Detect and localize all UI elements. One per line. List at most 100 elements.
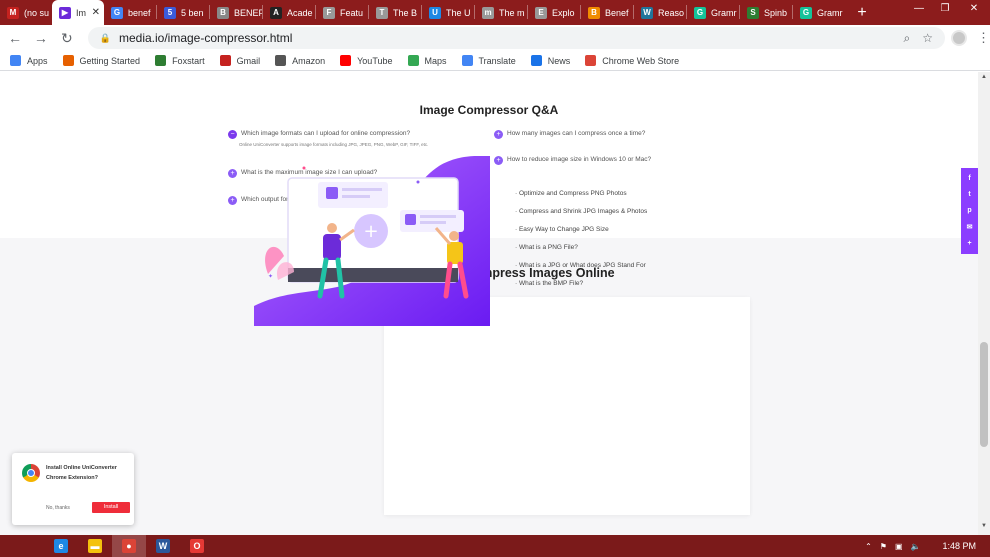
bookmark-item[interactable]: YouTube: [340, 55, 393, 66]
network-icon[interactable]: ▣: [895, 542, 903, 551]
tab-title[interactable]: Gramr: [711, 8, 737, 18]
plus-icon[interactable]: +: [228, 196, 237, 205]
share-plus-icon[interactable]: +: [967, 240, 971, 247]
opera-icon[interactable]: O: [190, 539, 204, 553]
bookmark-item[interactable]: Chrome Web Store: [585, 55, 679, 66]
bookmark-label[interactable]: Translate: [479, 56, 516, 66]
tab-title[interactable]: Im: [76, 8, 86, 18]
bookmark-label[interactable]: Gmail: [237, 56, 261, 66]
plus-icon[interactable]: +: [494, 130, 503, 139]
restore-icon[interactable]: ❐: [932, 0, 958, 16]
tab-title[interactable]: benef: [128, 8, 151, 18]
tab-title[interactable]: BENEF: [234, 8, 262, 18]
tip-link[interactable]: · What is the BMP File?: [515, 279, 647, 297]
qa-question[interactable]: + How to reduce image size in Windows 10…: [494, 156, 651, 165]
tab-title[interactable]: Acade: [287, 8, 313, 18]
bookmark-label[interactable]: Foxstart: [172, 56, 205, 66]
page-scrollbar[interactable]: ▲ ▼: [978, 72, 990, 535]
tab-title[interactable]: Explo: [552, 8, 575, 18]
tip-link[interactable]: · Optimize and Compress PNG Photos: [515, 189, 647, 207]
tray-arrow-icon[interactable]: ⌃: [865, 542, 872, 551]
scroll-down-icon[interactable]: ▼: [980, 523, 988, 533]
twitter-icon[interactable]: t: [968, 191, 970, 198]
qa-question[interactable]: + How many images can I compress once a …: [494, 130, 645, 139]
search-icon[interactable]: ⌕: [904, 31, 911, 46]
bookmark-item[interactable]: Foxstart: [155, 55, 205, 66]
new-tab-button[interactable]: +: [849, 0, 875, 25]
profile-avatar[interactable]: [951, 30, 967, 46]
browser-tab[interactable]: A Acade: [263, 0, 315, 25]
reload-icon[interactable]: ↻: [56, 27, 78, 49]
minus-icon[interactable]: −: [228, 130, 237, 139]
bookmark-label[interactable]: Apps: [27, 56, 48, 66]
word-icon[interactable]: W: [156, 539, 170, 553]
bookmark-item[interactable]: Getting Started: [62, 55, 141, 66]
tab-title[interactable]: Featu: [340, 8, 363, 18]
browser-tab[interactable]: 5 5 ben: [157, 0, 209, 25]
tab-title[interactable]: Spinb: [764, 8, 787, 18]
taskbar-app[interactable]: O: [180, 535, 214, 557]
browser-tab[interactable]: B Benef: [581, 0, 633, 25]
bookmark-label[interactable]: Getting Started: [80, 56, 141, 66]
browser-tab[interactable]: M (no su: [0, 0, 52, 25]
bookmark-item[interactable]: Gmail: [219, 55, 261, 66]
taskbar-app[interactable]: ●: [112, 535, 146, 557]
bookmark-label[interactable]: YouTube: [357, 56, 392, 66]
bookmark-item[interactable]: Maps: [407, 55, 447, 66]
clock[interactable]: 1:48 PM: [942, 541, 976, 551]
browser-tab[interactable]: E Explo: [528, 0, 580, 25]
bookmark-label[interactable]: Amazon: [292, 56, 325, 66]
browser-tab[interactable]: W Reaso: [634, 0, 686, 25]
volume-icon[interactable]: 🔈: [911, 542, 921, 551]
browser-tab[interactable]: S Spinb: [740, 0, 792, 25]
bookmark-label[interactable]: News: [548, 56, 571, 66]
bookmark-item[interactable]: News: [530, 55, 571, 66]
browser-tab[interactable]: m The m: [475, 0, 527, 25]
start-button[interactable]: [0, 535, 44, 557]
browser-tab[interactable]: G Gramr: [793, 0, 845, 25]
minimize-icon[interactable]: —: [906, 0, 932, 16]
scroll-thumb[interactable]: [980, 342, 988, 447]
tab-title[interactable]: Benef: [605, 8, 629, 18]
browser-tab[interactable]: Gbenef: [104, 0, 156, 25]
tab-title[interactable]: 5 ben: [181, 8, 204, 18]
tab-title[interactable]: The B: [393, 8, 417, 18]
taskbar-app[interactable]: e: [44, 535, 78, 557]
tab-title[interactable]: The m: [499, 8, 525, 18]
plus-icon[interactable]: +: [228, 169, 237, 178]
bookmark-label[interactable]: Chrome Web Store: [602, 56, 679, 66]
flag-icon[interactable]: ⚑: [880, 542, 887, 551]
browser-tab[interactable]: ▶ Im ✕: [52, 0, 104, 25]
browser-tab[interactable]: F Featu: [316, 0, 368, 25]
tip-link[interactable]: · What is a PNG File?: [515, 243, 647, 261]
star-icon[interactable]: ☆: [922, 31, 933, 45]
facebook-icon[interactable]: f: [968, 175, 970, 182]
bookmark-item[interactable]: Amazon: [275, 55, 325, 66]
tab-title[interactable]: The U: [446, 8, 471, 18]
qa-question[interactable]: − Which image formats can I upload for o…: [228, 130, 410, 139]
chrome-icon[interactable]: ●: [122, 539, 136, 553]
install-button[interactable]: Install: [92, 502, 130, 513]
tip-link[interactable]: · Compress and Shrink JPG Images & Photo…: [515, 207, 647, 225]
browser-tab[interactable]: B BENEF: [210, 0, 262, 25]
back-icon[interactable]: ←: [4, 27, 26, 49]
bookmark-label[interactable]: Maps: [425, 56, 447, 66]
plus-icon[interactable]: +: [494, 156, 503, 165]
address-bar[interactable]: 🔒 media.io/image-compressor.html ⌕ ☆: [87, 27, 946, 49]
tip-link[interactable]: · What is a JPG or What does JPG Stand F…: [515, 261, 647, 279]
lock-icon[interactable]: 🔒: [100, 33, 111, 44]
ie-icon[interactable]: e: [54, 539, 68, 553]
browser-tab[interactable]: G Gramr: [687, 0, 739, 25]
bookmark-item[interactable]: Translate: [461, 55, 516, 66]
url-text[interactable]: media.io/image-compressor.html: [119, 31, 292, 45]
email-icon[interactable]: ✉: [967, 223, 973, 231]
forward-icon[interactable]: →: [30, 27, 52, 49]
menu-icon[interactable]: ⋮: [977, 30, 990, 46]
pinterest-icon[interactable]: p: [967, 207, 971, 214]
tab-title[interactable]: Reaso: [658, 8, 684, 18]
tip-link[interactable]: · Easy Way to Change JPG Size: [515, 225, 647, 243]
file-explorer-icon[interactable]: ▬: [88, 539, 102, 553]
taskbar-app[interactable]: W: [146, 535, 180, 557]
taskbar-app[interactable]: ▬: [78, 535, 112, 557]
close-tab-icon[interactable]: ✕: [92, 7, 100, 18]
